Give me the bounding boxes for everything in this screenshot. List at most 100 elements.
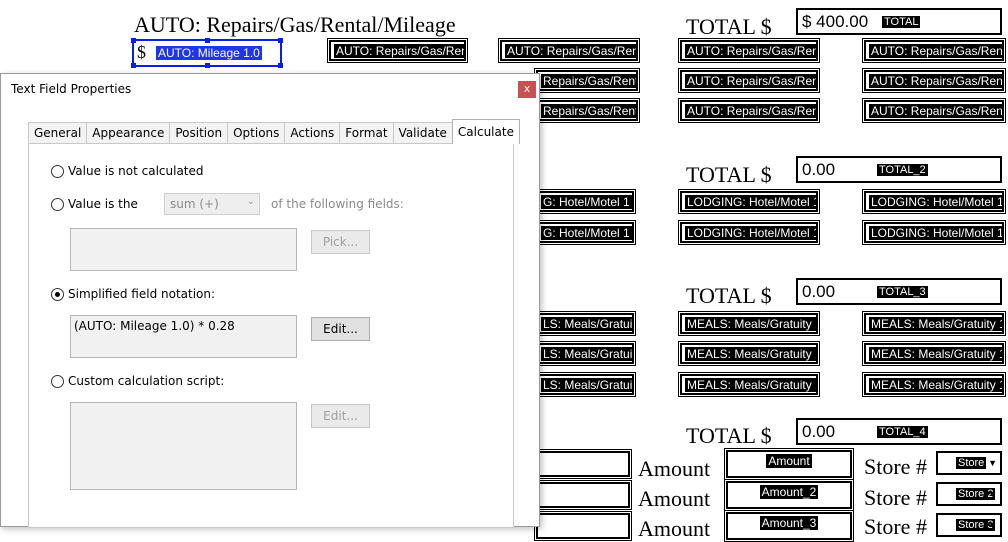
total-field-1[interactable]: $ 400.00 TOTAL: [796, 8, 1002, 35]
tab-calculate[interactable]: Calculate: [451, 119, 520, 144]
lodging-field[interactable]: G: Hotel/Motel 1: [534, 220, 636, 245]
field-label: Amount: [766, 454, 812, 468]
edit-simplified-button[interactable]: Edit...: [311, 317, 370, 341]
store-label-1: Store #: [864, 454, 927, 479]
field-label: AUTO: Repairs/Gas/Renta: [505, 44, 636, 58]
lodging-field[interactable]: LODGING: Hotel/Motel 1.: [678, 220, 820, 245]
close-icon[interactable]: x: [518, 81, 536, 98]
meals-field[interactable]: MEALS: Meals/Gratuity 1: [678, 372, 820, 397]
amount-label-1: Amount: [638, 456, 711, 481]
dropdown-arrow-icon: ▼: [988, 458, 997, 468]
auto-field[interactable]: AUTO: Repairs/Gas/Renta: [862, 68, 1006, 93]
total-field-2[interactable]: 0.00 TOTAL_2: [796, 156, 1002, 183]
lodging-field[interactable]: G: Hotel/Motel 1: [534, 189, 636, 214]
total-tag-3: TOTAL_3: [877, 286, 928, 298]
field-label: G: Hotel/Motel 1: [541, 226, 632, 240]
field-label: AUTO: Repairs/Gas/Renta: [869, 104, 1002, 118]
radio-circle-icon: [51, 374, 64, 388]
tab-format[interactable]: Format: [339, 122, 394, 144]
blank-field[interactable]: [534, 480, 632, 510]
auto-field[interactable]: AUTO: Repairs/Gas/Renta: [498, 38, 640, 63]
amount-field-3[interactable]: Amount_3: [724, 510, 854, 542]
auto-field[interactable]: AUTO: Repairs/Gas/Renta: [327, 38, 468, 63]
total-label-1: TOTAL $: [686, 14, 772, 39]
radio-value-is-the[interactable]: Value is the: [51, 197, 138, 211]
tab-actions[interactable]: Actions: [284, 122, 341, 144]
blank-field[interactable]: [534, 511, 632, 541]
radio-custom-script[interactable]: Custom calculation script:: [51, 374, 224, 388]
field-label: AUTO: Repairs/Gas/Renta: [869, 74, 1002, 88]
store-dropdown-2[interactable]: Store 2 ▼: [936, 482, 1002, 506]
radio-circle-selected-icon: [51, 287, 64, 301]
radio-circle-icon: [51, 164, 64, 178]
amount-field-1[interactable]: Amount: [724, 448, 854, 480]
field-label: AUTO: Repairs/Gas/Renta: [685, 74, 816, 88]
store-dropdown-3[interactable]: Store 3 ▼: [936, 513, 1002, 537]
field-label: LS: Meals/Gratuity: [541, 347, 632, 361]
auto-field[interactable]: AUTO: Repairs/Gas/Renta: [678, 98, 820, 123]
auto-field[interactable]: Repairs/Gas/Renta: [534, 98, 640, 123]
auto-field[interactable]: Repairs/Gas/Renta: [534, 68, 640, 93]
tab-options[interactable]: Options: [227, 122, 286, 144]
simplified-notation-area[interactable]: (AUTO: Mileage 1.0) * 0.28: [70, 315, 297, 358]
field-label: LODGING: Hotel/Motel 1: [869, 226, 1004, 240]
meals-field[interactable]: LS: Meals/Gratuity: [534, 341, 636, 366]
tab-appearance[interactable]: Appearance: [86, 122, 171, 144]
total-label-3: TOTAL $: [686, 283, 772, 308]
dialog-titlebar[interactable]: Text Field Properties x: [1, 74, 539, 104]
store-label-2: Store #: [864, 485, 927, 510]
field-label: MEALS: Meals/Gratuity 1: [869, 317, 1002, 331]
total-field-4[interactable]: 0.00 TOTAL_4: [796, 418, 1002, 445]
radio-not-calculated[interactable]: Value is not calculated: [51, 164, 204, 178]
fields-list-area: [70, 228, 297, 271]
total-value-4: 0.00: [802, 422, 836, 441]
radio-label: Simplified field notation:: [68, 287, 216, 301]
field-label: MEALS: Meals/Gratuity 1: [685, 378, 816, 392]
meals-field[interactable]: LS: Meals/Gratuity: [534, 372, 636, 397]
blank-field[interactable]: [534, 449, 632, 479]
text-field-properties-dialog: Text Field Properties x General Appearan…: [0, 73, 540, 528]
radio-circle-icon: [51, 197, 64, 211]
store-dropdown-1[interactable]: Store ▼: [936, 451, 1002, 475]
total-tag-4: TOTAL_4: [877, 426, 928, 438]
field-label: Store: [956, 457, 987, 469]
meals-field[interactable]: MEALS: Meals/Gratuity 1: [678, 311, 820, 336]
meals-field[interactable]: MEALS: Meals/Gratuity 1: [862, 341, 1006, 366]
radio-label: Value is not calculated: [68, 164, 204, 178]
tab-validate[interactable]: Validate: [392, 122, 453, 144]
selected-field-name: AUTO: Mileage 1.0: [156, 46, 262, 60]
lodging-field[interactable]: LODGING: Hotel/Motel 1.: [678, 189, 820, 214]
simplified-expression: (AUTO: Mileage 1.0) * 0.28: [74, 319, 235, 333]
lodging-field[interactable]: LODGING: Hotel/Motel 1: [862, 189, 1006, 214]
dollar-sign: $: [137, 42, 146, 62]
selected-mileage-field[interactable]: $ AUTO: Mileage 1.0: [131, 38, 283, 68]
field-label: LS: Meals/Gratuity: [541, 317, 632, 331]
tab-position[interactable]: Position: [169, 122, 229, 144]
meals-field[interactable]: LS: Meals/Gratuity: [534, 311, 636, 336]
dropdown-arrow-icon: ▼: [988, 489, 997, 499]
total-field-3[interactable]: 0.00 TOTAL_3: [796, 278, 1002, 305]
auto-field[interactable]: AUTO: Repairs/Gas/Renta: [678, 68, 820, 93]
field-label: LS: Meals/Gratuity: [541, 378, 632, 392]
auto-field[interactable]: AUTO: Repairs/Gas/Renta: [862, 38, 1006, 63]
tab-general[interactable]: General: [28, 122, 88, 144]
function-select-value: sum (+): [170, 197, 219, 211]
meals-field[interactable]: MEALS: Meals/Gratuity 1: [862, 311, 1006, 336]
radio-simplified-notation[interactable]: Simplified field notation:: [51, 287, 215, 301]
meals-field[interactable]: MEALS: Meals/Gratuity 1: [678, 341, 820, 366]
amount-label-3: Amount: [638, 516, 711, 541]
field-label: LODGING: Hotel/Motel 1.: [685, 226, 816, 240]
auto-field[interactable]: AUTO: Repairs/Gas/Renta: [678, 38, 820, 63]
amount-field-2[interactable]: Amount_2: [724, 479, 854, 511]
field-label: MEALS: Meals/Gratuity 1: [685, 347, 816, 361]
edit-script-button: Edit...: [311, 404, 370, 428]
auto-field[interactable]: AUTO: Repairs/Gas/Renta: [862, 98, 1006, 123]
dialog-title: Text Field Properties: [11, 82, 132, 96]
field-label: AUTO: Repairs/Gas/Renta: [685, 44, 816, 58]
field-label: AUTO: Repairs/Gas/Renta: [869, 44, 1002, 58]
field-label: AUTO: Repairs/Gas/Renta: [334, 44, 464, 58]
field-label: AUTO: Repairs/Gas/Renta: [685, 104, 816, 118]
meals-field[interactable]: MEALS: Meals/Gratuity 1: [862, 372, 1006, 397]
chevron-down-icon: ⌄: [246, 196, 255, 207]
lodging-field[interactable]: LODGING: Hotel/Motel 1: [862, 220, 1006, 245]
